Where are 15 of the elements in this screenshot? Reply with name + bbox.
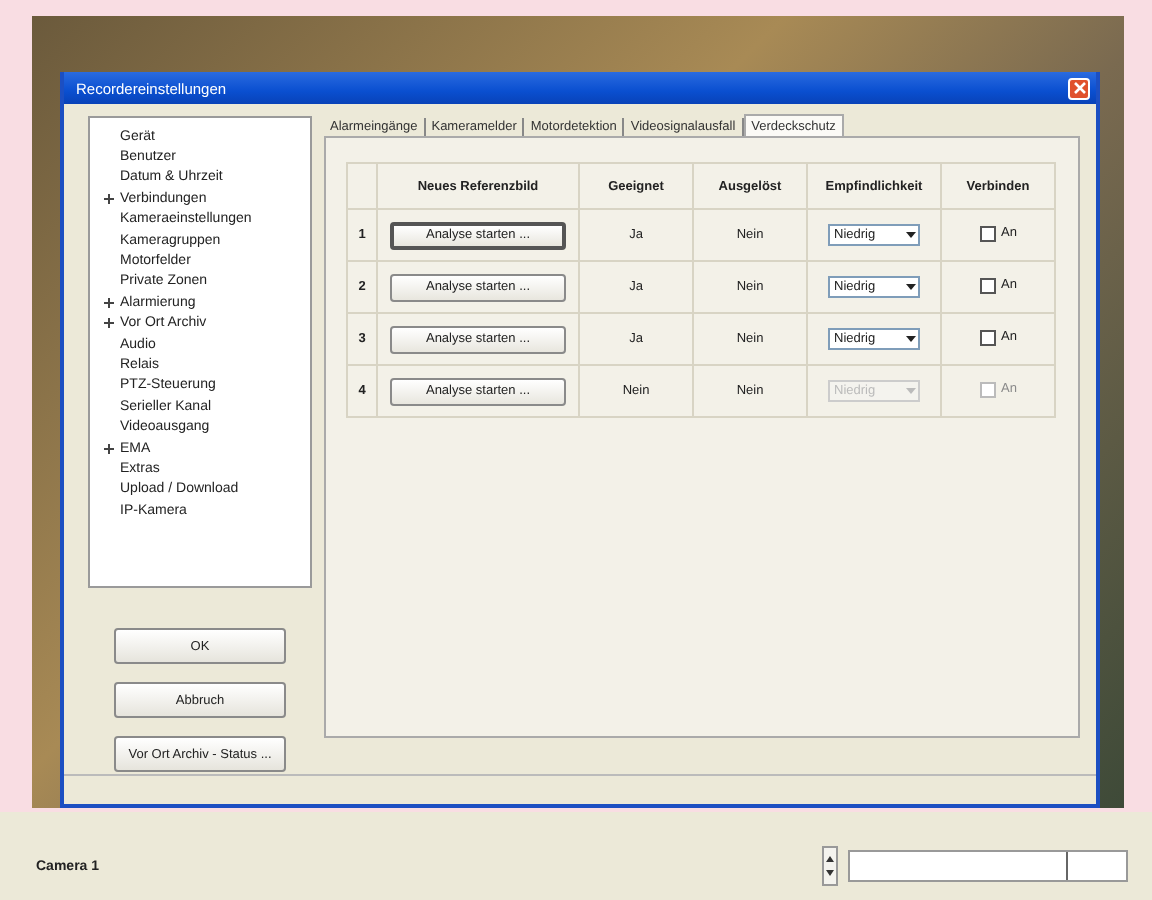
caret-icon	[906, 336, 916, 342]
checkbox[interactable]	[979, 329, 996, 345]
caret-icon	[906, 232, 916, 238]
slider-track[interactable]	[848, 850, 1128, 882]
expand-icon[interactable]	[103, 193, 113, 204]
close-icon	[1073, 82, 1085, 94]
expand-icon[interactable]	[103, 297, 113, 308]
spinner-icon[interactable]	[822, 846, 838, 886]
caret-icon	[906, 388, 916, 394]
close-button[interactable]	[1068, 77, 1090, 99]
checkbox[interactable]	[979, 225, 996, 241]
checkbox[interactable]	[979, 277, 996, 293]
caret-icon	[906, 284, 916, 290]
expand-icon[interactable]	[103, 443, 113, 454]
expand-icon[interactable]	[103, 318, 113, 329]
